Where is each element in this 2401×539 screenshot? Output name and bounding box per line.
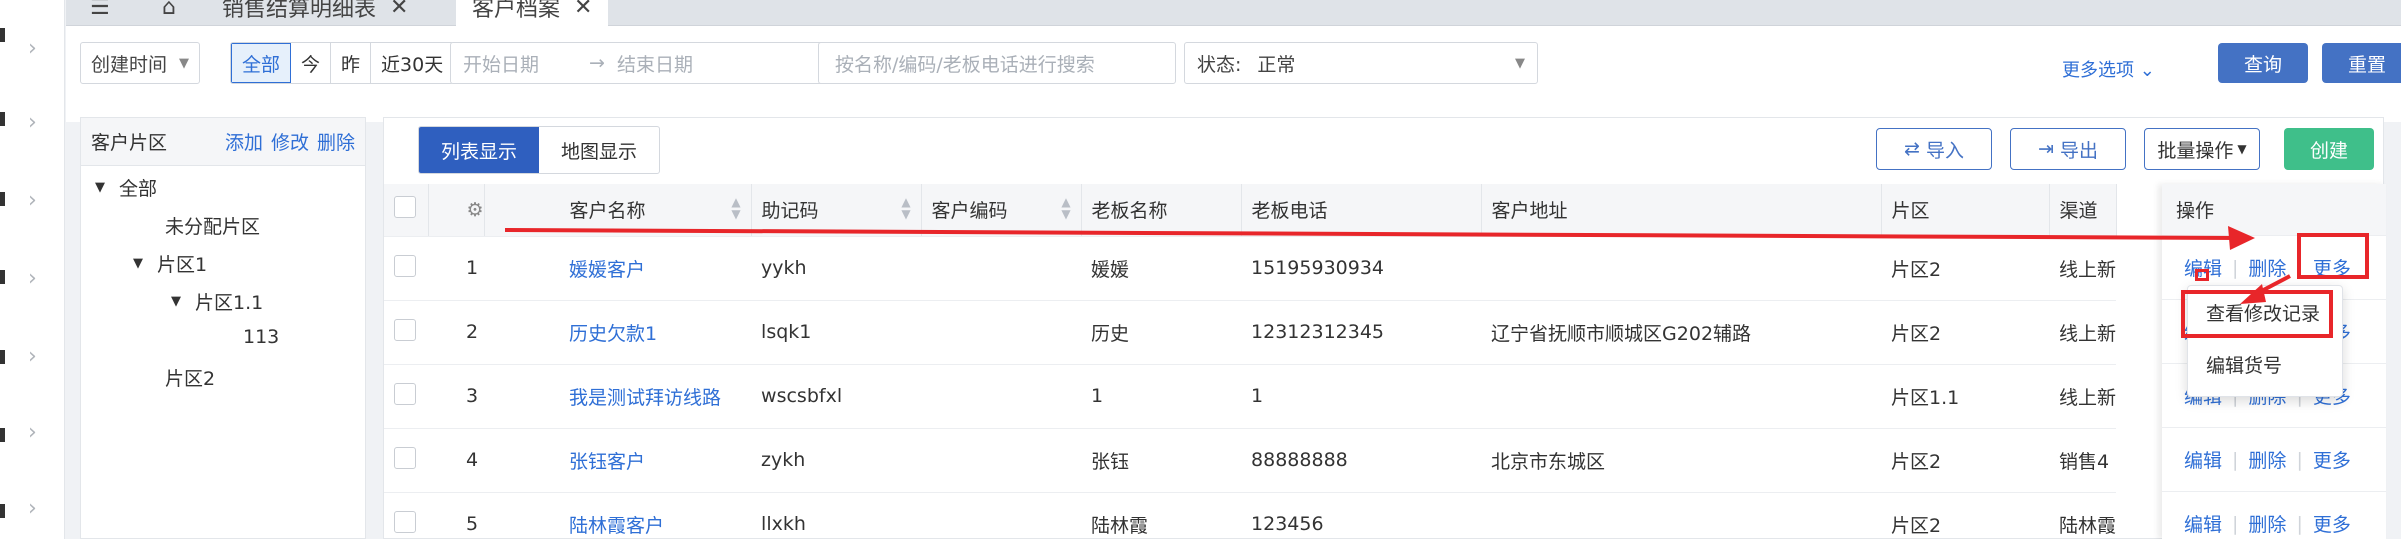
arrow-head (2228, 226, 2255, 250)
arrow-line (504, 228, 2241, 240)
annotation-arrows (504, 226, 2291, 304)
arrow-head (2240, 284, 2266, 304)
